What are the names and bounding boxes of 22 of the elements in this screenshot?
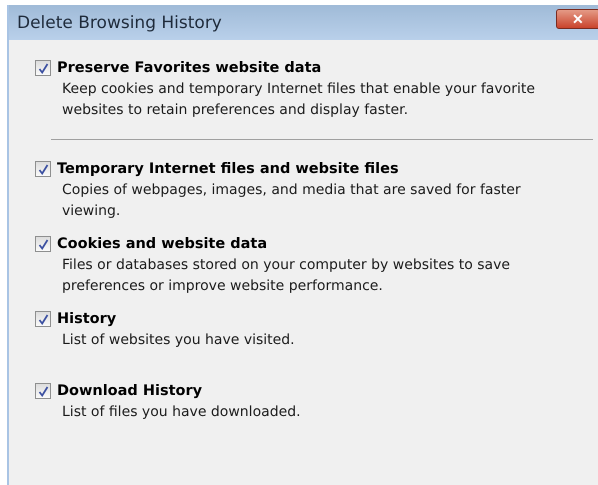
option-label: Temporary Internet files and website files: [57, 161, 399, 177]
checkbox[interactable]: [35, 161, 51, 177]
checkbox[interactable]: [35, 236, 51, 252]
option-label: Preserve Favorites website data: [57, 60, 322, 76]
option-description: List of websites you have visited.: [62, 331, 296, 350]
checkmark-icon: [38, 238, 48, 250]
close-button[interactable]: ✕: [556, 8, 598, 28]
checkmark-icon: [38, 62, 48, 74]
option-label: Cookies and website data: [57, 236, 268, 252]
checkmark-icon: [38, 314, 48, 324]
window-title: Delete Browsing History: [17, 12, 222, 32]
option-description: List of files you have downloaded.: [62, 403, 302, 422]
option-description: Keep cookies and temporary Internet files that enable your favorite websites to retain preferences and display faster.: [62, 80, 536, 120]
checkbox[interactable]: [35, 383, 51, 399]
option-description: Copies of webpages, images, and media that are saved for faster viewing.: [62, 181, 522, 221]
checkbox[interactable]: [35, 60, 51, 76]
checkmark-icon: [38, 164, 48, 174]
option-description: Files or databases stored on your computer by websites to save preferences or improve website performance.: [62, 256, 512, 296]
option-label: History: [57, 311, 116, 327]
checkmark-icon: [38, 386, 48, 396]
checkbox[interactable]: [35, 311, 51, 327]
option-label: Download History: [57, 383, 202, 399]
